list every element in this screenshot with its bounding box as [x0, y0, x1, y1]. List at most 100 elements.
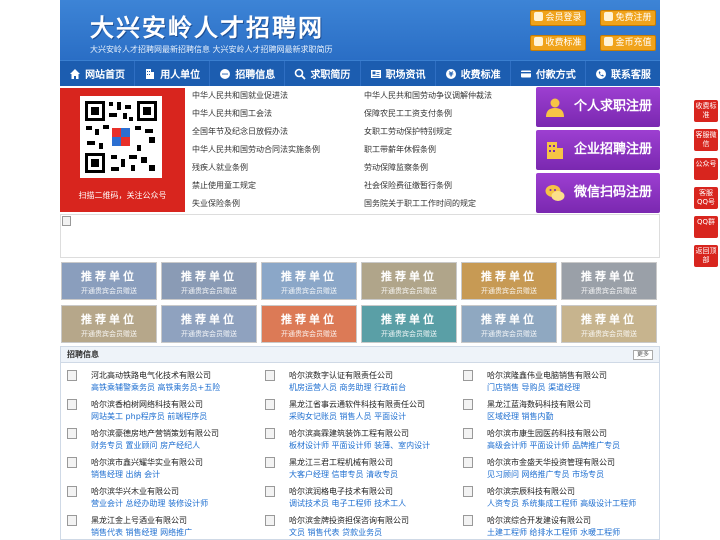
recommended-slot[interactable]: 推荐单位 开通贵宾会员赠送: [61, 262, 157, 300]
personal-register-button[interactable]: 个人求职注册: [536, 87, 660, 127]
position-links[interactable]: 板材设计师 平面设计师 装薄、室内设计: [289, 440, 430, 451]
float-qq-button[interactable]: 客服QQ号: [694, 187, 718, 209]
law-link[interactable]: 国务院关于职工工作时间的规定: [364, 198, 476, 209]
company-link[interactable]: 黑龙江三君工程机械有限公司: [289, 457, 393, 468]
law-link[interactable]: 失业保险条例: [192, 198, 240, 209]
company-logo-icon[interactable]: [265, 457, 275, 468]
position-links[interactable]: 财务专员 置业顾问 房产经纪人: [91, 440, 200, 451]
company-link[interactable]: 哈尔滨数字认证有限责任公司: [289, 370, 393, 381]
company-link[interactable]: 哈尔滨市金盛天华投资管理有限公司: [487, 457, 615, 468]
float-back-to-top-button[interactable]: 返回顶部: [694, 245, 718, 267]
float-qq-group-button[interactable]: QQ群: [694, 216, 718, 238]
more-button[interactable]: 更多: [633, 350, 653, 360]
law-link[interactable]: 全国年节及纪念日放假办法: [192, 126, 288, 137]
recommended-slot[interactable]: 推荐单位 开通贵宾会员赠送: [461, 305, 557, 343]
company-link[interactable]: 哈尔滨隆鑫伟业电脑销售有限公司: [487, 370, 607, 381]
company-logo-icon[interactable]: [67, 515, 77, 526]
company-logo-icon[interactable]: [265, 486, 275, 497]
recommended-slot[interactable]: 推荐单位 开通贵宾会员赠送: [361, 305, 457, 343]
position-links[interactable]: 网站美工 php程序员 前端程序员: [91, 411, 207, 422]
position-links[interactable]: 土建工程师 给排水工程师 水暖工程师: [487, 527, 620, 538]
recommended-slot[interactable]: 推荐单位 开通贵宾会员赠送: [561, 305, 657, 343]
ad-banner[interactable]: [60, 214, 660, 258]
company-logo-icon[interactable]: [265, 399, 275, 410]
law-link[interactable]: 禁止使用童工规定: [192, 180, 256, 191]
company-link[interactable]: 河北高动铁路电气化技术有限公司: [91, 370, 211, 381]
company-logo-icon[interactable]: [463, 370, 473, 381]
company-logo-icon[interactable]: [463, 399, 473, 410]
company-link[interactable]: 哈尔滨高霖建筑装饰工程有限公司: [289, 428, 409, 439]
position-links[interactable]: 高级会计师 平面设计师 品牌推广专员: [487, 440, 620, 451]
company-link[interactable]: 黑龙江蓝海数码科技有限公司: [487, 399, 591, 410]
company-link[interactable]: 哈尔滨润格电子技术有限公司: [289, 486, 393, 497]
recharge-button[interactable]: 金币充值: [600, 35, 656, 51]
company-link[interactable]: 黑龙江省事云通软件科技有限责任公司: [289, 399, 425, 410]
nav-pricing[interactable]: ¥ 收费标准: [436, 61, 511, 86]
position-links[interactable]: 调试技术员 电子工程师 技术工人: [289, 498, 406, 509]
company-logo-icon[interactable]: [463, 486, 473, 497]
law-link[interactable]: 保障农民工工资支付条例: [364, 108, 452, 119]
company-link[interactable]: 哈尔滨市康生园医药科技有限公司: [487, 428, 607, 439]
recommended-slot[interactable]: 推荐单位 开通贵宾会员赠送: [61, 305, 157, 343]
nav-employers[interactable]: 用人单位: [135, 61, 211, 86]
company-link[interactable]: 黑龙江金上号酒业有限公司: [91, 515, 187, 526]
position-links[interactable]: 机房运营人员 商务助理 行政前台: [289, 382, 406, 393]
law-link[interactable]: 劳动保障监察条例: [364, 162, 428, 173]
company-logo-icon[interactable]: [265, 428, 275, 439]
position-links[interactable]: 销售代表 销售经理 网络推广: [91, 527, 192, 538]
nav-news[interactable]: 职场资讯: [361, 61, 436, 86]
position-links[interactable]: 销售经理 出纳 会计: [91, 469, 160, 480]
float-official-account-button[interactable]: 公众号: [694, 158, 718, 180]
company-logo-icon[interactable]: [67, 486, 77, 497]
law-link[interactable]: 女职工劳动保护特别规定: [364, 126, 452, 137]
recommended-slot[interactable]: 推荐单位 开通贵宾会员赠送: [361, 262, 457, 300]
company-link[interactable]: 哈尔滨豪德房地产营销策划有限公司: [91, 428, 219, 439]
nav-contact[interactable]: 联系客服: [586, 61, 660, 86]
company-logo-icon[interactable]: [67, 428, 77, 439]
site-title[interactable]: 大兴安岭人才招聘网: [90, 8, 324, 43]
company-logo-icon[interactable]: [67, 399, 77, 410]
company-logo-icon[interactable]: [67, 370, 77, 381]
nav-home[interactable]: 网站首页: [60, 61, 136, 86]
recommended-slot[interactable]: 推荐单位 开通贵宾会员赠送: [461, 262, 557, 300]
recommended-slot[interactable]: 推荐单位 开通贵宾会员赠送: [261, 305, 357, 343]
company-register-button[interactable]: 企业招聘注册: [536, 130, 660, 170]
nav-resumes[interactable]: 求职简历: [285, 61, 361, 86]
position-links[interactable]: 采购女记账员 销售人员 平面设计: [289, 411, 406, 422]
nav-jobs[interactable]: 招聘信息: [210, 61, 286, 86]
company-link[interactable]: 哈尔滨华兴木业有限公司: [91, 486, 179, 497]
law-link[interactable]: 社会保险费征缴暂行条例: [364, 180, 452, 191]
company-link[interactable]: 哈尔滨金牌投资担保咨询有限公司: [289, 515, 409, 526]
position-links[interactable]: 见习顾问 网络推广专员 市场专员: [487, 469, 604, 480]
position-links[interactable]: 区域经理 销售内勤: [487, 411, 554, 422]
position-links[interactable]: 营业会计 总经办助理 装修设计师: [91, 498, 208, 509]
law-link[interactable]: 中华人民共和国工会法: [192, 108, 272, 119]
company-logo-icon[interactable]: [463, 428, 473, 439]
company-link[interactable]: 哈尔滨宗辰科技有限公司: [487, 486, 575, 497]
company-link[interactable]: 哈尔滨市鑫兴耀华实业有限公司: [91, 457, 203, 468]
pricing-button[interactable]: 收费标准: [530, 35, 586, 51]
company-link[interactable]: 哈尔滨香柏树网络科技有限公司: [91, 399, 203, 410]
recommended-slot[interactable]: 推荐单位 开通贵宾会员赠送: [561, 262, 657, 300]
company-logo-icon[interactable]: [265, 370, 275, 381]
position-links[interactable]: 大客户经理 信审专员 清收专员: [289, 469, 398, 480]
position-links[interactable]: 人资专员 系统集成工程师 高级设计工程师: [487, 498, 636, 509]
company-link[interactable]: 哈尔滨综合开发建设有限公司: [487, 515, 591, 526]
wechat-register-button[interactable]: 微信扫码注册: [536, 173, 660, 213]
law-link[interactable]: 中华人民共和国劳动争议调解仲裁法: [364, 90, 492, 101]
law-link[interactable]: 残疾人就业条例: [192, 162, 248, 173]
position-links[interactable]: 文员 销售代表 贷款业务员: [289, 527, 382, 538]
float-wechat-button[interactable]: 客服微信: [694, 129, 718, 151]
law-link[interactable]: 中华人民共和国劳动合同法实施条例: [192, 144, 320, 155]
recommended-slot[interactable]: 推荐单位 开通贵宾会员赠送: [261, 262, 357, 300]
law-link[interactable]: 职工带薪年休假条例: [364, 144, 436, 155]
company-logo-icon[interactable]: [463, 515, 473, 526]
login-button[interactable]: 会员登录: [530, 10, 586, 26]
position-links[interactable]: 高铁乘辅警乘务员 高铁乘务员+五险: [91, 382, 220, 393]
recommended-slot[interactable]: 推荐单位 开通贵宾会员赠送: [161, 262, 257, 300]
recommended-slot[interactable]: 推荐单位 开通贵宾会员赠送: [161, 305, 257, 343]
law-link[interactable]: 中华人民共和国就业促进法: [192, 90, 288, 101]
float-pricing-button[interactable]: 收费标准: [694, 100, 718, 122]
company-logo-icon[interactable]: [265, 515, 275, 526]
register-button[interactable]: 免费注册: [600, 10, 656, 26]
